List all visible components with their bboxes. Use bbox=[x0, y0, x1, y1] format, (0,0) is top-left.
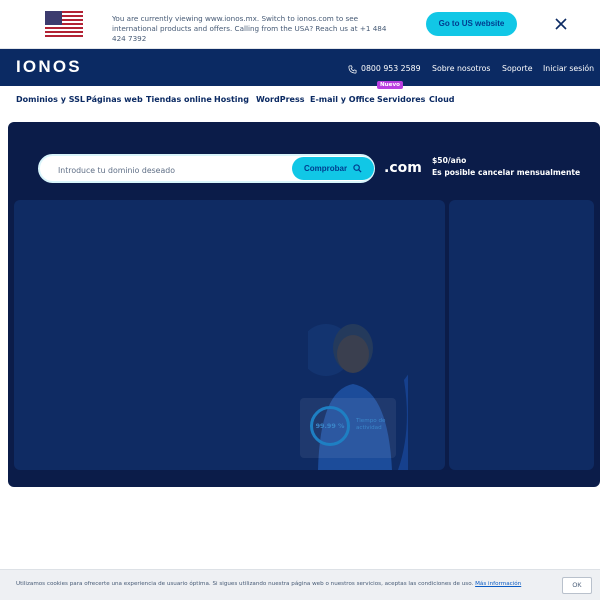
uptime-value: 99.99 % bbox=[315, 422, 345, 430]
menu-item-online-stores[interactable]: Tiendas online bbox=[146, 95, 212, 104]
check-domain-button[interactable]: Comprobar bbox=[292, 157, 374, 180]
menu-item-wordpress[interactable]: WordPress bbox=[256, 95, 304, 104]
nav-link-login[interactable]: Iniciar sesión bbox=[543, 64, 594, 73]
domain-price: $50/año bbox=[432, 156, 467, 165]
menu-item-hosting[interactable]: Hosting bbox=[214, 95, 249, 104]
country-banner: You are currently viewing www.ionos.mx. … bbox=[0, 0, 600, 49]
cookie-ok-button[interactable]: OK bbox=[562, 577, 592, 594]
phone-number[interactable]: 0800 953 2589 bbox=[361, 64, 421, 73]
tld-label: .com bbox=[384, 160, 422, 176]
hero-main-panel: 99.99 % Tiempo de actividad bbox=[14, 200, 445, 470]
check-domain-label: Comprobar bbox=[304, 164, 348, 173]
menu-item-websites[interactable]: Páginas web bbox=[86, 95, 143, 104]
new-badge: Nuevo bbox=[377, 81, 403, 89]
phone-icon bbox=[348, 65, 357, 74]
search-icon bbox=[353, 164, 362, 173]
domain-search-input[interactable] bbox=[58, 163, 278, 177]
nav-link-about[interactable]: Sobre nosotros bbox=[432, 64, 490, 73]
us-flag-icon bbox=[45, 11, 83, 37]
menu-item-cloud[interactable]: Cloud bbox=[429, 95, 455, 104]
uptime-label: Tiempo de actividad bbox=[356, 418, 386, 431]
cookie-message: Utilizamos cookies para ofrecerte una ex… bbox=[16, 581, 521, 587]
nav-link-support[interactable]: Soporte bbox=[502, 64, 533, 73]
close-icon[interactable] bbox=[553, 16, 569, 32]
cancel-note: Es posible cancelar mensualmente bbox=[432, 168, 581, 177]
menu-item-domains[interactable]: Dominios y SSL bbox=[16, 95, 85, 104]
domain-search-box: Comprobar bbox=[38, 154, 375, 183]
hero-side-panel bbox=[449, 200, 594, 470]
hero-section: Comprobar .com $50/año Es posible cancel… bbox=[8, 122, 600, 487]
ionos-logo[interactable]: IONOS bbox=[16, 57, 82, 77]
cookie-text: Utilizamos cookies para ofrecerte una ex… bbox=[16, 581, 474, 587]
menu-item-email-office[interactable]: E-mail y Office bbox=[310, 95, 375, 104]
go-to-us-website-button[interactable]: Go to US website bbox=[426, 12, 517, 36]
main-menu: Dominios y SSL Páginas web Tiendas onlin… bbox=[0, 86, 600, 120]
cookie-bar: Utilizamos cookies para ofrecerte una ex… bbox=[0, 569, 600, 600]
country-banner-message: You are currently viewing www.ionos.mx. … bbox=[112, 14, 387, 43]
top-navigation: IONOS 0800 953 2589 Sobre nosotros Sopor… bbox=[0, 49, 600, 86]
menu-item-servers[interactable]: Servidores bbox=[377, 95, 425, 104]
cookie-more-info-link[interactable]: Más información bbox=[475, 581, 521, 587]
